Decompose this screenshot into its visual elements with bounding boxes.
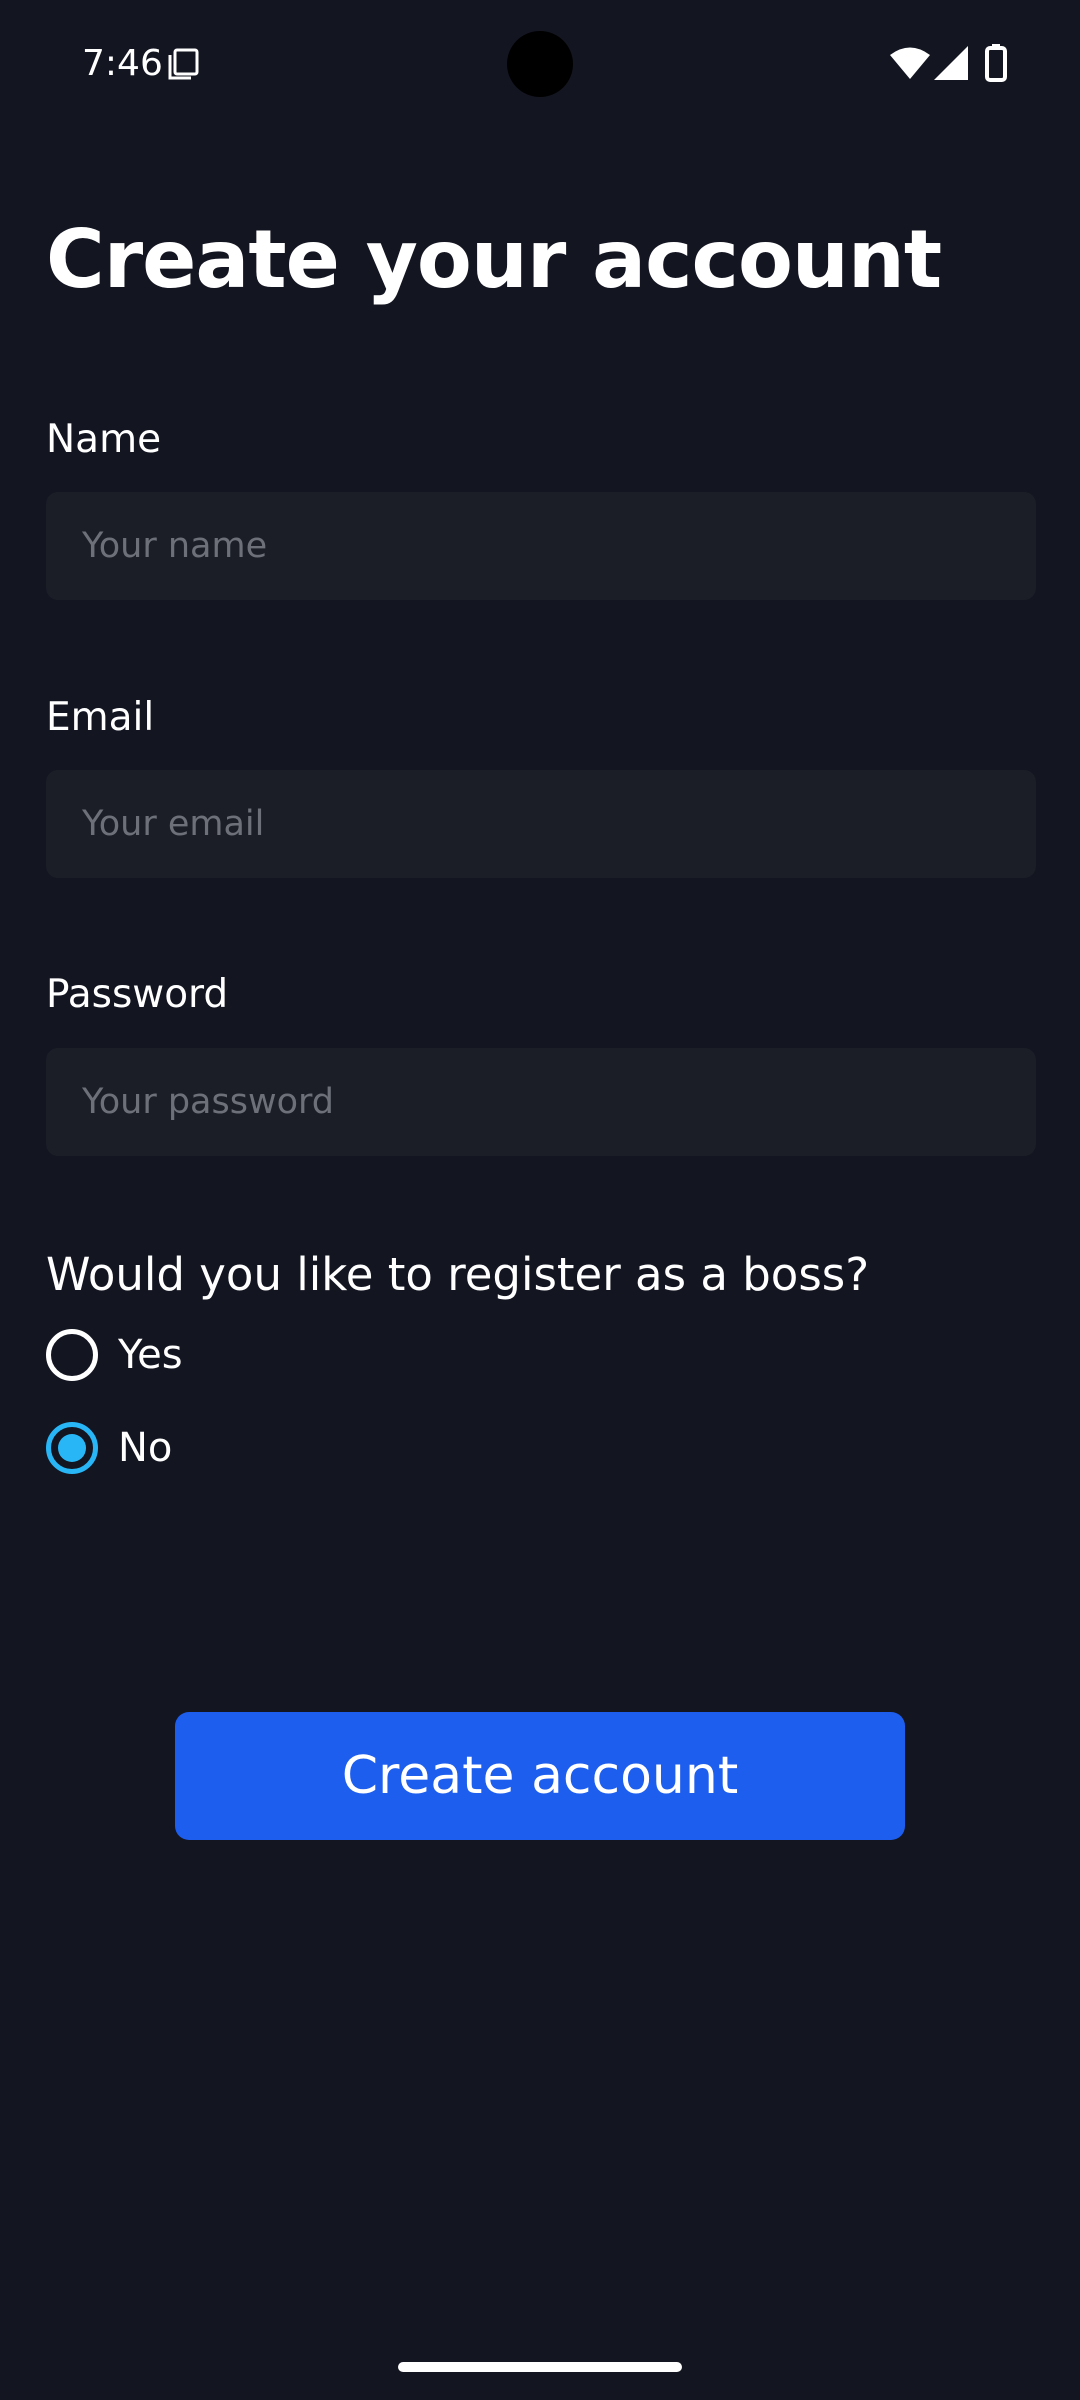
create-account-screen: 7:46 Create your account Name Email Pass…: [0, 0, 1080, 2400]
page-title: Create your account: [46, 213, 942, 306]
status-time: 7:46: [82, 43, 163, 84]
home-indicator[interactable]: [398, 2362, 682, 2372]
camera-cutout: [507, 31, 573, 97]
password-label: Password: [46, 972, 229, 1017]
radio-option-yes[interactable]: Yes: [46, 1325, 183, 1385]
radio-option-no[interactable]: No: [46, 1418, 172, 1478]
radio-label-no: No: [118, 1425, 173, 1471]
status-bar: 7:46: [0, 0, 1080, 128]
radio-label-yes: Yes: [118, 1332, 183, 1378]
radio-button-no[interactable]: [46, 1422, 98, 1474]
name-label: Name: [46, 417, 162, 462]
signal-icon: [934, 46, 968, 80]
password-input[interactable]: [46, 1048, 1036, 1156]
create-account-button[interactable]: Create account: [175, 1712, 905, 1840]
boss-question-label: Would you like to register as a boss?: [46, 1248, 870, 1301]
name-input[interactable]: [46, 492, 1036, 600]
battery-icon: [985, 44, 1007, 82]
notification-icon: [168, 48, 199, 80]
email-label: Email: [46, 695, 155, 740]
wifi-icon: [890, 47, 930, 79]
email-input[interactable]: [46, 770, 1036, 878]
radio-button-yes[interactable]: [46, 1329, 98, 1381]
